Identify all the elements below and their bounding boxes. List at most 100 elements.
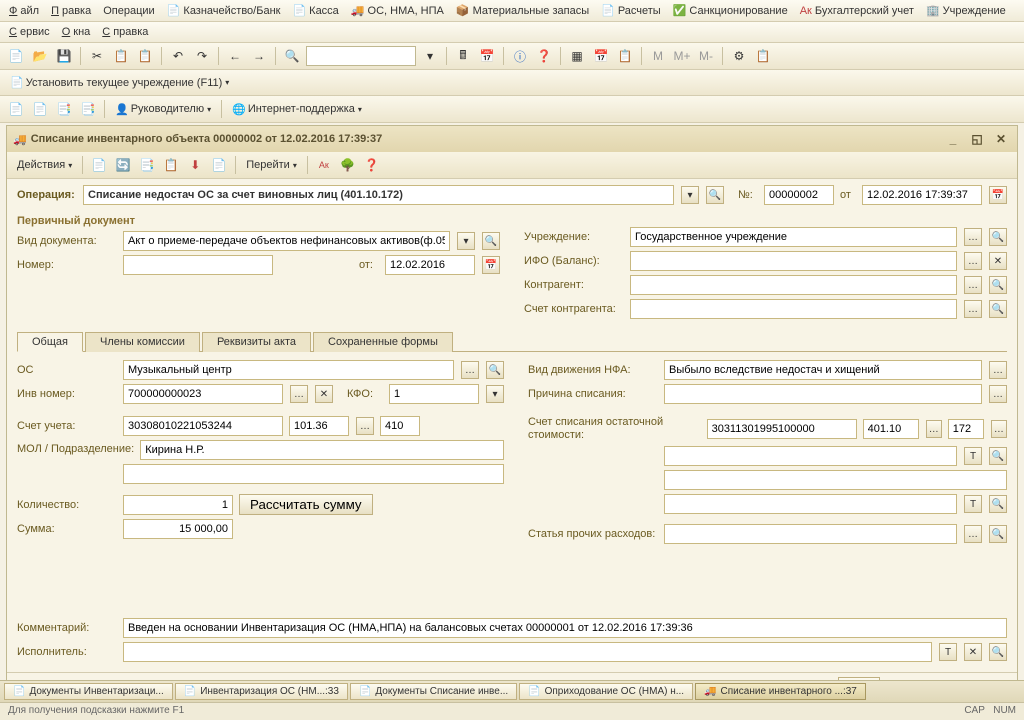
- ifo-field[interactable]: [630, 251, 957, 271]
- nav4-icon[interactable]: 📑: [78, 99, 98, 119]
- cut-icon[interactable]: ✂: [87, 46, 107, 66]
- save-icon[interactable]: 💾: [54, 46, 74, 66]
- director-button[interactable]: 👤 Руководителю ▾: [111, 101, 215, 118]
- help2-icon[interactable]: ❓: [534, 46, 554, 66]
- copy-icon[interactable]: 📋: [111, 46, 131, 66]
- doctype-field[interactable]: [123, 231, 450, 251]
- contragent-field[interactable]: [630, 275, 957, 295]
- grid-icon[interactable]: ▦: [567, 46, 587, 66]
- menu-operations[interactable]: Операции: [98, 2, 159, 19]
- operation-field[interactable]: Списание недостач ОС за счет виновных ли…: [83, 185, 674, 205]
- calc-button[interactable]: Рассчитать сумму: [239, 494, 373, 515]
- date-field[interactable]: [862, 185, 982, 205]
- org-search-icon[interactable]: 🔍: [989, 228, 1007, 246]
- kfo-field[interactable]: [389, 384, 479, 404]
- redo-icon[interactable]: ↷: [192, 46, 212, 66]
- contr-more-icon[interactable]: …: [964, 276, 982, 294]
- task-2[interactable]: 📄 Инвентаризация ОС (НМ...:33: [175, 683, 348, 700]
- back-icon[interactable]: ←: [225, 46, 245, 66]
- e3-s-icon[interactable]: 🔍: [989, 495, 1007, 513]
- date2-field[interactable]: [385, 255, 475, 275]
- number-field[interactable]: [123, 255, 273, 275]
- find-icon[interactable]: 🔍: [282, 46, 302, 66]
- inv-x-icon[interactable]: ✕: [315, 385, 333, 403]
- e1-s-icon[interactable]: 🔍: [989, 447, 1007, 465]
- search-input[interactable]: [306, 46, 416, 66]
- sum-field[interactable]: [123, 519, 233, 539]
- org-field[interactable]: [630, 227, 957, 247]
- task-5[interactable]: 🚚 Списание инвентарного ...:37: [695, 683, 866, 700]
- op-search-icon[interactable]: 🔍: [706, 186, 724, 204]
- acct2-more-icon[interactable]: …: [356, 417, 374, 435]
- search-dd-icon[interactable]: ▾: [420, 46, 440, 66]
- t3-icon[interactable]: 📑: [137, 155, 157, 175]
- doctype-search-icon[interactable]: 🔍: [482, 232, 500, 250]
- max-icon[interactable]: ◱: [967, 129, 987, 149]
- t2-icon[interactable]: 🔄: [113, 155, 133, 175]
- menu-windows[interactable]: Окна: [57, 24, 96, 40]
- calc-icon[interactable]: 🖩: [453, 46, 473, 66]
- e4-more-icon[interactable]: …: [964, 525, 982, 543]
- help-icon[interactable]: ⓘ: [510, 46, 530, 66]
- nav2-icon[interactable]: 📄: [30, 99, 50, 119]
- post-icon[interactable]: 📄: [89, 155, 109, 175]
- inv-more-icon[interactable]: …: [290, 385, 308, 403]
- menu-cash[interactable]: 📄 Касса: [287, 2, 343, 19]
- tab-act[interactable]: Реквизиты акта: [202, 332, 311, 352]
- os-field[interactable]: [123, 360, 454, 380]
- task-3[interactable]: 📄 Документы Списание инве...: [350, 683, 517, 700]
- cal-icon[interactable]: 📅: [477, 46, 497, 66]
- settings-icon[interactable]: ⚙: [729, 46, 749, 66]
- ex-s-icon[interactable]: 🔍: [989, 643, 1007, 661]
- ifo-more-icon[interactable]: …: [964, 252, 982, 270]
- e1-t-icon[interactable]: T: [964, 447, 982, 465]
- m-icon[interactable]: M: [648, 46, 668, 66]
- tree-icon[interactable]: 🌳: [338, 155, 358, 175]
- paste-icon[interactable]: 📋: [135, 46, 155, 66]
- wo3-more-icon[interactable]: …: [991, 420, 1007, 438]
- task-4[interactable]: 📄 Оприходование ОС (НМА) н...: [519, 683, 693, 700]
- comment-field[interactable]: [123, 618, 1007, 638]
- doctype-dd-icon[interactable]: ▾: [457, 232, 475, 250]
- doc-icon[interactable]: 📋: [615, 46, 635, 66]
- extra4-field[interactable]: [664, 524, 957, 544]
- menu-file[interactable]: Файл: [4, 2, 44, 19]
- task-1[interactable]: 📄 Документы Инвентаризаци...: [4, 683, 173, 700]
- ac-more-icon[interactable]: …: [964, 300, 982, 318]
- cal-btn-icon[interactable]: 📅: [989, 186, 1007, 204]
- nfa-more-icon[interactable]: …: [989, 361, 1007, 379]
- new-icon[interactable]: 📄: [6, 46, 26, 66]
- t6-icon[interactable]: 📄: [209, 155, 229, 175]
- fwd-icon[interactable]: →: [249, 46, 269, 66]
- kfo-dd-icon[interactable]: ▾: [486, 385, 504, 403]
- wo2-more-icon[interactable]: …: [926, 420, 942, 438]
- t5-icon[interactable]: ⬇: [185, 155, 205, 175]
- ex-t-icon[interactable]: T: [939, 643, 957, 661]
- wo2-field[interactable]: [863, 419, 919, 439]
- acct2-field[interactable]: [289, 416, 349, 436]
- ex-x-icon[interactable]: ✕: [964, 643, 982, 661]
- goto-button[interactable]: Перейти ▾: [242, 157, 301, 173]
- mminus-icon[interactable]: M-: [696, 46, 716, 66]
- list-icon[interactable]: 📋: [753, 46, 773, 66]
- org-more-icon[interactable]: …: [964, 228, 982, 246]
- support-button[interactable]: 🌐 Интернет-поддержка ▾: [228, 101, 366, 118]
- op-dd-icon[interactable]: ▾: [681, 186, 699, 204]
- menu-os[interactable]: 🚚 ОС, НМА, НПА: [346, 2, 449, 19]
- e4-s-icon[interactable]: 🔍: [989, 525, 1007, 543]
- extra2-field[interactable]: [664, 470, 1007, 490]
- menu-help[interactable]: Справка: [97, 24, 153, 40]
- menu-calc[interactable]: 📄 Расчеты: [596, 2, 666, 19]
- menu-sanction[interactable]: ✅ Санкционирование: [668, 2, 793, 19]
- menu-service[interactable]: Сервис: [4, 24, 55, 40]
- reason-field[interactable]: [664, 384, 982, 404]
- inv-field[interactable]: [123, 384, 283, 404]
- cal2-icon[interactable]: 📅: [591, 46, 611, 66]
- menu-org[interactable]: 🏢 Учреждение: [921, 2, 1011, 19]
- extra1-field[interactable]: [664, 446, 957, 466]
- extra3-field[interactable]: [664, 494, 957, 514]
- actions-button[interactable]: Действия ▾: [13, 157, 76, 173]
- menu-edit[interactable]: Правка: [46, 2, 96, 19]
- cal2-btn-icon[interactable]: 📅: [482, 256, 500, 274]
- menu-treasury[interactable]: 📄 Казначейство/Банк: [162, 2, 286, 19]
